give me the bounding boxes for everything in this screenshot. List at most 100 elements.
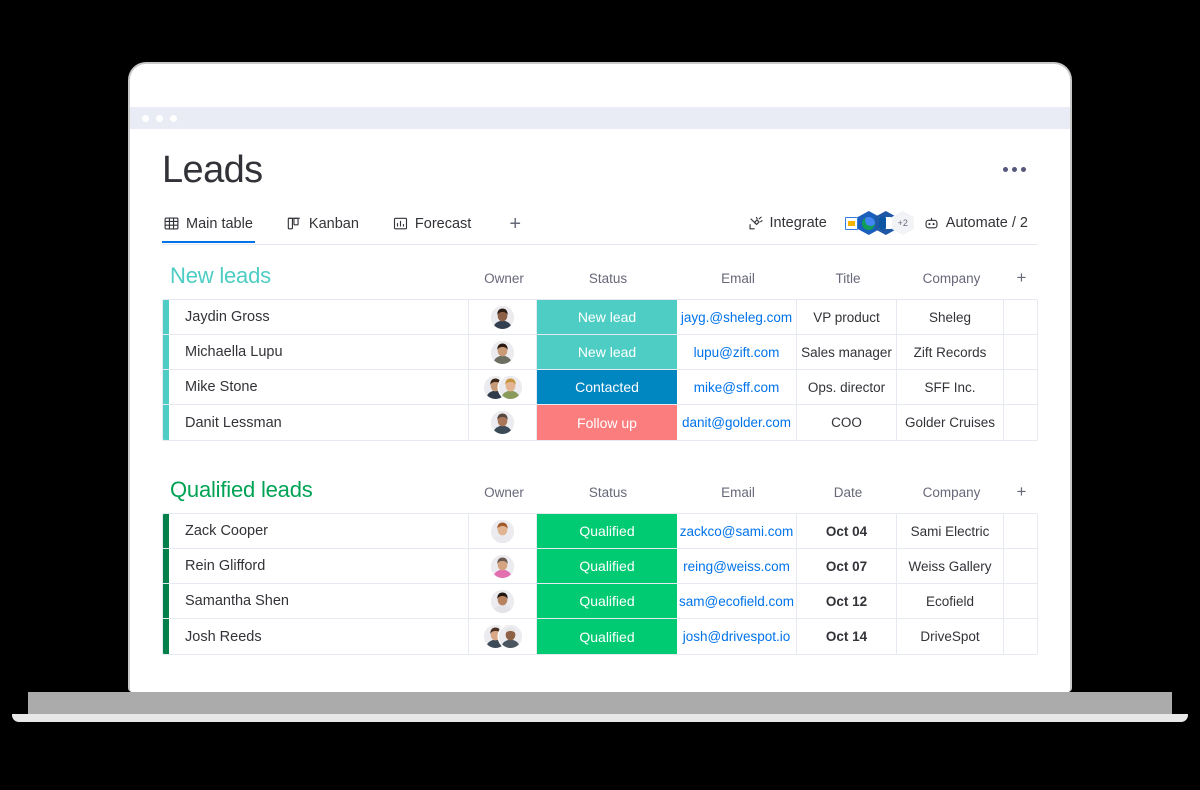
cell-company[interactable]: DriveSpot: [897, 619, 1004, 654]
cell-add[interactable]: [1004, 619, 1037, 654]
cell-email[interactable]: josh@drivespot.io: [677, 619, 797, 654]
avatar[interactable]: [491, 554, 514, 578]
cell-add[interactable]: [1004, 514, 1037, 548]
add-column-button[interactable]: +: [1005, 483, 1038, 500]
cell-add[interactable]: [1004, 300, 1037, 334]
column-header-title[interactable]: Title: [798, 271, 898, 286]
email-link[interactable]: jayg.@sheleg.com: [681, 310, 792, 325]
table-row[interactable]: Danit Lessman Follow up danit@golder.com CO…: [163, 405, 1037, 440]
avatar[interactable]: [491, 411, 514, 434]
email-link[interactable]: reing@weiss.com: [683, 559, 790, 574]
cell-owner[interactable]: [469, 405, 537, 440]
column-header-status[interactable]: Status: [538, 271, 678, 286]
cell-company[interactable]: Weiss Gallery: [897, 549, 1004, 583]
cell-title[interactable]: VP product: [797, 300, 897, 334]
email-link[interactable]: danit@golder.com: [682, 415, 791, 430]
integration-apps-stack[interactable]: +2: [840, 211, 914, 235]
avatar[interactable]: [491, 305, 514, 329]
cell-owner[interactable]: [469, 335, 537, 369]
cell-name[interactable]: Samantha Shen: [169, 584, 469, 618]
email-link[interactable]: lupu@zift.com: [694, 345, 780, 360]
cell-status[interactable]: Qualified: [537, 619, 677, 654]
column-header-date[interactable]: Date: [798, 485, 898, 500]
cell-date[interactable]: Oct 07: [797, 549, 897, 583]
cell-company[interactable]: Sheleg: [897, 300, 1004, 334]
board-options-button[interactable]: [1003, 151, 1038, 172]
column-header-company[interactable]: Company: [898, 485, 1005, 500]
cell-owner[interactable]: [469, 514, 537, 548]
cell-owner[interactable]: [469, 619, 537, 654]
cell-name[interactable]: Mike Stone: [169, 370, 469, 404]
cell-status[interactable]: New lead: [537, 335, 677, 369]
table-row[interactable]: Mike Stone Contacted mike@sff.com Ops. dire…: [163, 370, 1037, 405]
window-dot-close-icon[interactable]: [142, 114, 149, 122]
integration-apps-overflow[interactable]: +2: [891, 211, 914, 235]
column-header-company[interactable]: Company: [898, 271, 1005, 286]
cell-company[interactable]: Ecofield: [897, 584, 1004, 618]
avatar[interactable]: [498, 375, 522, 399]
column-header-owner[interactable]: Owner: [470, 485, 538, 500]
table-row[interactable]: Samantha Shen Qualified sam@ecofield.com Oc…: [163, 584, 1037, 619]
table-row[interactable]: Rein Glifford Qualified reing@weiss.com Oct…: [163, 549, 1037, 584]
cell-date[interactable]: Oct 12: [797, 584, 897, 618]
cell-name[interactable]: Danit Lessman: [169, 405, 469, 440]
tab-forecast[interactable]: Forecast: [391, 214, 473, 243]
table-row[interactable]: Zack Cooper Qualified zackco@sami.com Oct 0…: [163, 514, 1037, 549]
cell-date[interactable]: Oct 04: [797, 514, 897, 548]
tab-kanban[interactable]: Kanban: [285, 214, 361, 243]
cell-name[interactable]: Rein Glifford: [169, 549, 469, 583]
cell-email[interactable]: danit@golder.com: [677, 405, 797, 440]
cell-add[interactable]: [1004, 370, 1037, 404]
cell-title[interactable]: Sales manager: [797, 335, 897, 369]
cell-status[interactable]: Contacted: [537, 370, 677, 404]
cell-title[interactable]: Ops. director: [797, 370, 897, 404]
cell-owner[interactable]: [469, 300, 537, 334]
cell-name[interactable]: Michaella Lupu: [169, 335, 469, 369]
email-link[interactable]: sam@ecofield.com: [679, 594, 794, 609]
cell-name[interactable]: Zack Cooper: [169, 514, 469, 548]
cell-add[interactable]: [1004, 549, 1037, 583]
cell-status[interactable]: Qualified: [537, 549, 677, 583]
window-dot-maximize-icon[interactable]: [170, 114, 177, 122]
column-header-email[interactable]: Email: [678, 271, 798, 286]
avatar[interactable]: [491, 519, 514, 543]
email-link[interactable]: zackco@sami.com: [680, 524, 793, 539]
cell-status[interactable]: New lead: [537, 300, 677, 334]
cell-status[interactable]: Qualified: [537, 514, 677, 548]
cell-company[interactable]: Golder Cruises: [897, 405, 1004, 440]
avatar[interactable]: [491, 589, 514, 613]
cell-email[interactable]: lupu@zift.com: [677, 335, 797, 369]
window-dot-minimize-icon[interactable]: [156, 114, 163, 122]
cell-owner[interactable]: [469, 370, 537, 404]
table-row[interactable]: Michaella Lupu New lead lupu@zift.com Sales…: [163, 335, 1037, 370]
column-header-email[interactable]: Email: [678, 485, 798, 500]
column-header-status[interactable]: Status: [538, 485, 678, 500]
email-link[interactable]: josh@drivespot.io: [683, 629, 791, 644]
cell-email[interactable]: jayg.@sheleg.com: [677, 300, 797, 334]
cell-owner[interactable]: [469, 549, 537, 583]
cell-name[interactable]: Josh Reeds: [169, 619, 469, 654]
cell-status[interactable]: Follow up: [537, 405, 677, 440]
tab-main-table[interactable]: Main table: [162, 214, 255, 243]
add-column-button[interactable]: +: [1005, 269, 1038, 286]
cell-add[interactable]: [1004, 335, 1037, 369]
cell-company[interactable]: Zift Records: [897, 335, 1004, 369]
cell-email[interactable]: sam@ecofield.com: [677, 584, 797, 618]
cell-email[interactable]: zackco@sami.com: [677, 514, 797, 548]
avatar[interactable]: [491, 340, 514, 364]
cell-name[interactable]: Jaydin Gross: [169, 300, 469, 334]
cell-company[interactable]: Sami Electric: [897, 514, 1004, 548]
cell-title[interactable]: COO: [797, 405, 897, 440]
cell-status[interactable]: Qualified: [537, 584, 677, 618]
table-row[interactable]: Jaydin Gross New lead jayg.@sheleg.com VP p…: [163, 300, 1037, 335]
cell-date[interactable]: Oct 14: [797, 619, 897, 654]
table-row[interactable]: Josh Reeds Qualified josh@drivespot.io Oct …: [163, 619, 1037, 654]
cell-email[interactable]: mike@sff.com: [677, 370, 797, 404]
email-link[interactable]: mike@sff.com: [694, 380, 779, 395]
add-view-button[interactable]: +: [503, 214, 527, 242]
avatar[interactable]: [498, 625, 522, 648]
cell-add[interactable]: [1004, 584, 1037, 618]
avatar-group[interactable]: [483, 625, 522, 648]
avatar-group[interactable]: [483, 375, 522, 399]
automate-button[interactable]: Automate / 2: [924, 215, 1028, 231]
